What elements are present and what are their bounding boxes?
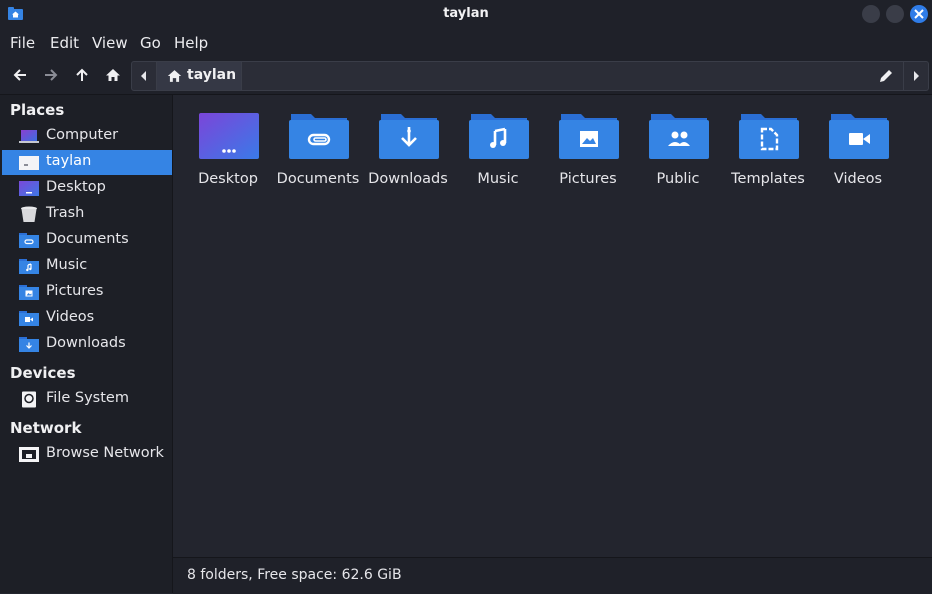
breadcrumb-home[interactable]: taylan (157, 62, 242, 90)
folder-downloads[interactable]: Downloads (363, 109, 453, 194)
sidebar-item-trash[interactable]: Trash (2, 202, 172, 227)
drive-icon (22, 391, 36, 408)
network-header: Network (10, 419, 82, 437)
music-folder-icon (469, 114, 529, 159)
minimize-button[interactable] (862, 5, 880, 23)
menu-go[interactable]: Go (140, 34, 161, 52)
chevron-left-icon (141, 71, 146, 81)
forward-button[interactable] (39, 64, 63, 86)
videos-folder-icon (829, 114, 889, 159)
sidebar-item-pictures[interactable]: Pictures (2, 280, 172, 305)
status-bar: 8 folders, Free space: 62.6 GiB (173, 557, 932, 594)
arrow-right-icon (45, 69, 58, 81)
sidebar-item-desktop[interactable]: Desktop (2, 176, 172, 201)
network-icon (19, 447, 39, 462)
up-button[interactable] (70, 64, 94, 86)
folder-label: Downloads (368, 171, 448, 187)
public-folder-icon (649, 114, 709, 159)
folder-label: Music (477, 171, 519, 187)
folder-videos[interactable]: Videos (813, 109, 903, 194)
menu-edit[interactable]: Edit (50, 34, 79, 52)
sidebar-item-documents[interactable]: Documents (2, 228, 172, 253)
templates-folder-icon (739, 114, 799, 159)
path-bar: taylan (131, 61, 929, 91)
videos-folder-icon (19, 311, 39, 326)
status-text: 8 folders, Free space: 62.6 GiB (187, 567, 402, 583)
folder-label: Pictures (559, 171, 617, 187)
title-bar: taylan (0, 0, 932, 28)
sidebar-item-browse-network[interactable]: Browse Network (2, 442, 172, 467)
sidebar-item-videos[interactable]: Videos (2, 306, 172, 331)
folder-documents[interactable]: Documents (273, 109, 363, 194)
desktop-folder-icon (19, 181, 39, 196)
home-button[interactable] (101, 64, 125, 86)
folder-label: Templates (731, 171, 805, 187)
downloads-folder-icon (19, 337, 39, 352)
sidebar-item-file-system[interactable]: File System (2, 387, 172, 412)
menu-view[interactable]: View (92, 34, 128, 52)
folder-templates[interactable]: Templates (723, 109, 813, 194)
documents-folder-icon (19, 233, 39, 248)
folder-music[interactable]: Music (453, 109, 543, 194)
back-button[interactable] (8, 64, 32, 86)
home-folder-icon (19, 156, 39, 170)
menu-file[interactable]: File (10, 34, 35, 52)
chevron-right-icon (914, 71, 919, 81)
toolbar: taylan (0, 56, 932, 95)
devices-header: Devices (10, 364, 76, 382)
sidebar-item-downloads[interactable]: Downloads (2, 332, 172, 357)
folder-label: Videos (833, 171, 883, 187)
menu-bar: File Edit View Go Help (0, 28, 932, 56)
home-icon (167, 70, 182, 82)
home-icon (106, 69, 120, 81)
file-view: Desktop Documents Downloads Music Pictur… (173, 95, 932, 557)
folder-label: Public (656, 171, 700, 187)
folder-desktop[interactable]: Desktop (183, 109, 273, 194)
folder-public[interactable]: Public (633, 109, 723, 194)
close-icon (914, 9, 924, 19)
folder-label: Desktop (198, 171, 258, 187)
pictures-folder-icon (19, 285, 39, 300)
path-scroll-right-button[interactable] (903, 62, 928, 90)
window-title: taylan (443, 6, 489, 21)
desktop-folder-icon (199, 113, 259, 159)
pictures-folder-icon (559, 114, 619, 159)
documents-folder-icon (289, 114, 349, 159)
pencil-icon[interactable] (878, 68, 894, 84)
sidebar: Places Computer taylan Desktop Trash Doc… (0, 95, 173, 593)
downloads-folder-icon (379, 114, 439, 159)
maximize-button[interactable] (886, 5, 904, 23)
sidebar-item-taylan[interactable]: taylan (2, 150, 172, 175)
path-scroll-left-button[interactable] (132, 62, 157, 90)
sidebar-item-music[interactable]: Music (2, 254, 172, 279)
menu-help[interactable]: Help (174, 34, 208, 52)
folder-pictures[interactable]: Pictures (543, 109, 633, 194)
trash-icon (21, 206, 37, 222)
laptop-icon (19, 130, 39, 143)
breadcrumb-label: taylan (187, 67, 237, 83)
arrow-up-icon (76, 68, 88, 81)
arrow-left-icon (13, 69, 26, 81)
places-header: Places (10, 101, 65, 119)
folder-label: Documents (276, 171, 360, 187)
music-folder-icon (19, 259, 39, 274)
sidebar-item-computer[interactable]: Computer (2, 124, 172, 149)
close-button[interactable] (910, 5, 928, 23)
